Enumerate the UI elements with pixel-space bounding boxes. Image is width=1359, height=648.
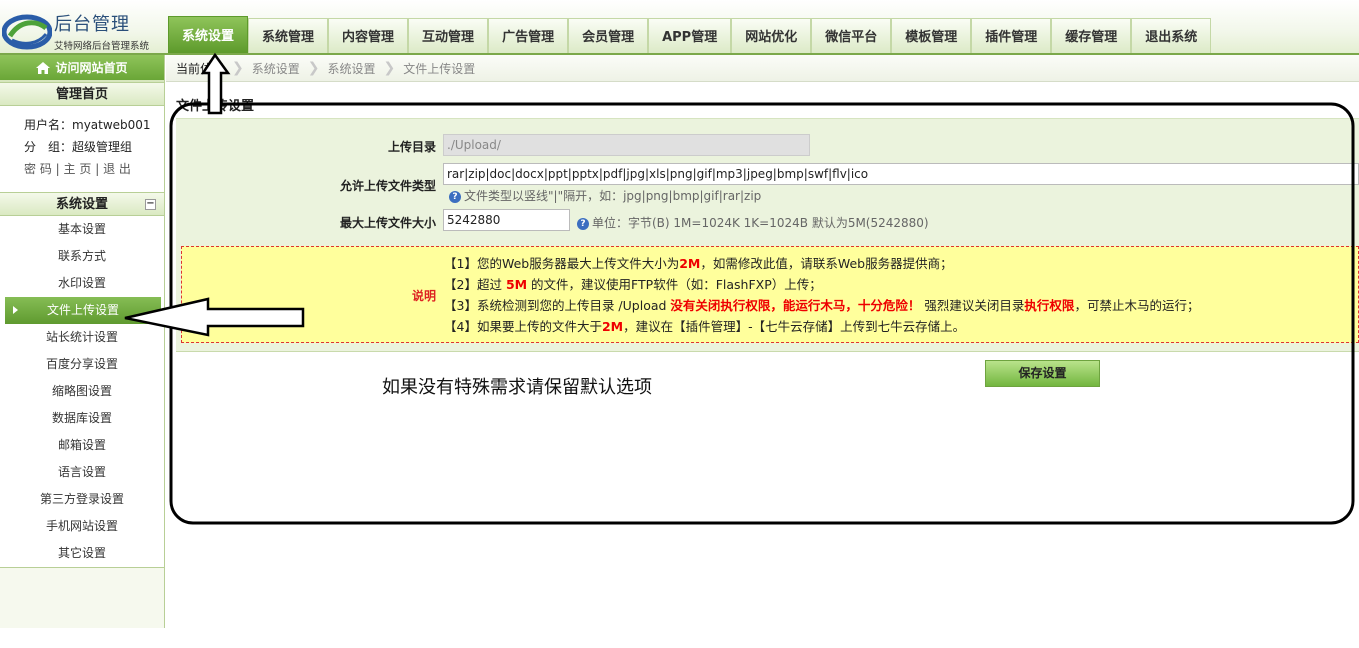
tab-ad-management[interactable]: 广告管理: [488, 18, 569, 53]
sidebar-item-watermark[interactable]: 水印设置: [0, 270, 164, 297]
allowed-types-input[interactable]: [443, 163, 1359, 185]
logo-subtitle: 艾特网络后台管理系统: [54, 41, 150, 52]
visit-site-button[interactable]: 访问网站首页: [0, 55, 164, 82]
caret-right-icon: [13, 306, 18, 314]
tab-template-management[interactable]: 模板管理: [891, 18, 972, 53]
notice-highlight: 2M: [601, 319, 624, 334]
save-settings-button[interactable]: 保存设置: [985, 360, 1100, 387]
notice-text: 【4】如果要上传的文件大于: [444, 319, 602, 334]
max-size-hint-text: 单位：字节(B) 1M=1024K 1K=1024B 默认为5M(5242880…: [592, 216, 929, 230]
allowed-types-label: 允许上传文件类型: [339, 179, 436, 193]
notice-highlight: 2M: [679, 256, 701, 271]
notice-text: 【2】超过: [444, 277, 506, 292]
visit-site-label: 访问网站首页: [55, 61, 128, 75]
sidebar-item-basic[interactable]: 基本设置: [0, 216, 164, 243]
breadcrumb-item[interactable]: 系统设置: [328, 60, 376, 77]
tab-system-management[interactable]: 系统管理: [248, 18, 329, 53]
password-link[interactable]: 密 码: [24, 162, 52, 176]
notice-lines: 【1】您的Web服务器最大上传文件大小为2M，如需修改此值，请联系Web服务器提…: [444, 253, 1199, 337]
notice-text: 【3】系统检测到您的上传目录 /Upload: [444, 298, 671, 313]
logo-title: 后台管理: [54, 14, 130, 35]
sidebar-item-contact[interactable]: 联系方式: [0, 243, 164, 270]
sidebar-item-upload[interactable]: 文件上传设置: [5, 297, 161, 324]
user-links: 密 码 | 主 页 | 退 出: [24, 158, 164, 180]
home-icon: [36, 61, 51, 74]
header: 后台管理 艾特网络后台管理系统 系统设置 系统管理 内容管理 互动管理 广告管理…: [0, 0, 1359, 55]
notice-line-3: 【3】系统检测到您的上传目录 /Upload 没有关闭执行权限，能运行木马，十分…: [444, 295, 1199, 316]
question-icon: ?: [577, 217, 589, 230]
breadcrumb-item[interactable]: 文件上传设置: [403, 60, 475, 77]
top-nav: 系统设置 系统管理 内容管理 互动管理 广告管理 会员管理 APP管理 网站优化…: [168, 16, 1212, 53]
breadcrumb-chevron-icon: ❯: [383, 60, 396, 76]
allowed-types-hint-text: 文件类型以竖线"|"隔开，如：jpg|png|bmp|gif|rar|zip: [464, 189, 762, 203]
sidebar-item-third-party-login[interactable]: 第三方登录设置: [0, 486, 164, 513]
upload-settings-form: 上传目录 允许上传文件类型 ?文件类型以竖线"|"隔开，如：jpg|png|bm…: [176, 118, 1359, 352]
breadcrumb-item[interactable]: 系统设置: [252, 60, 300, 77]
notice-line-4: 【4】如果要上传的文件大于2M，建议在【插件管理】-【七牛云存储】上传到七牛云存…: [444, 316, 1199, 337]
logo-swirl-icon: [2, 14, 52, 50]
tab-seo[interactable]: 网站优化: [731, 18, 812, 53]
notice-text: 的文件，建议使用FTP软件（如：FlashFXP）上传；: [527, 277, 822, 292]
question-icon: ?: [449, 190, 461, 203]
tab-logout[interactable]: 退出系统: [1131, 18, 1212, 53]
sidebar-item-other[interactable]: 其它设置: [0, 540, 164, 567]
sidebar-item-label: 文件上传设置: [46, 303, 119, 317]
link-separator: |: [95, 162, 100, 176]
tab-interaction-management[interactable]: 互动管理: [408, 18, 489, 53]
notice-box: 说明 【1】您的Web服务器最大上传文件大小为2M，如需修改此值，请联系Web服…: [181, 246, 1359, 343]
logo[interactable]: 后台管理 艾特网络后台管理系统: [0, 6, 165, 52]
notice-line-2: 【2】超过 5M 的文件，建议使用FTP软件（如：FlashFXP）上传；: [444, 274, 1199, 295]
notice-highlight: 5M: [505, 277, 528, 292]
settings-menu: 基本设置 联系方式 水印设置 文件上传设置 站长统计设置 百度分享设置 缩略图设…: [0, 216, 164, 568]
admin-home-heading[interactable]: 管理首页: [0, 82, 164, 106]
sidebar-item-thumbnail[interactable]: 缩略图设置: [0, 378, 164, 405]
upload-dir-input[interactable]: [443, 134, 810, 156]
tab-cache-management[interactable]: 缓存管理: [1051, 18, 1132, 53]
user-group: 分 组：超级管理组: [24, 140, 133, 154]
notice-text: ，可禁止木马的运行；: [1074, 298, 1200, 313]
default-options-tip: 如果没有特殊需求请保留默认选项: [382, 377, 652, 398]
sidebar-item-stats[interactable]: 站长统计设置: [0, 324, 164, 351]
notice-text: ，建议在【插件管理】-【七牛云存储】上传到七牛云存储上。: [623, 319, 966, 334]
sidebar-item-baidu-share[interactable]: 百度分享设置: [0, 351, 164, 378]
sidebar-item-email[interactable]: 邮箱设置: [0, 432, 164, 459]
tab-wechat[interactable]: 微信平台: [811, 18, 892, 53]
tab-content-management[interactable]: 内容管理: [328, 18, 409, 53]
breadcrumb: 当前位置 ❯ 系统设置 ❯ 系统设置 ❯ 文件上传设置: [166, 55, 1359, 82]
allowed-types-hint: ? 文件类型以竖线"|"隔开，如：jpg|png|bmp|gif|rar|zip: [449, 187, 761, 204]
max-size-hint: ? 单位：字节(B) 1M=1024K 1K=1024B 默认为5M(524288…: [577, 214, 929, 231]
breadcrumb-chevron-icon: ❯: [232, 60, 244, 76]
notice-text: 【1】您的Web服务器最大上传文件大小为: [444, 256, 680, 271]
notice-highlight: 没有关闭执行权限，能运行木马，十分危险！: [670, 298, 921, 313]
breadcrumb-current-position: 当前位置: [176, 61, 225, 76]
tab-member-management[interactable]: 会员管理: [568, 18, 649, 53]
user-info: 用户名：myatweb001 分 组：超级管理组 密 码 | 主 页 | 退 出: [0, 106, 164, 192]
max-size-label: 最大上传文件大小: [339, 216, 436, 230]
sidebar-item-mobile-site[interactable]: 手机网站设置: [0, 513, 164, 540]
upload-dir-label: 上传目录: [387, 140, 436, 154]
link-separator: |: [55, 162, 60, 176]
tab-plugin-management[interactable]: 插件管理: [971, 18, 1052, 53]
breadcrumb-chevron-icon: ❯: [307, 60, 320, 76]
tab-system-settings[interactable]: 系统设置: [168, 16, 249, 53]
sidebar-item-language[interactable]: 语言设置: [0, 459, 164, 486]
notice-text: 强烈建议关闭目录: [920, 298, 1025, 313]
tab-app-management[interactable]: APP管理: [648, 18, 732, 53]
logout-link[interactable]: 退 出: [103, 162, 131, 176]
notice-line-1: 【1】您的Web服务器最大上传文件大小为2M，如需修改此值，请联系Web服务器提…: [444, 253, 1199, 274]
home-link[interactable]: 主 页: [64, 162, 92, 176]
username: 用户名：myatweb001: [24, 118, 151, 132]
system-settings-heading-label: 系统设置: [55, 197, 108, 212]
sidebar: 访问网站首页 管理首页 用户名：myatweb001 分 组：超级管理组 密 码…: [0, 55, 165, 628]
collapse-icon[interactable]: −: [145, 199, 156, 210]
notice-text: ，如需修改此值，请联系Web服务器提供商；: [700, 256, 953, 271]
sidebar-item-database[interactable]: 数据库设置: [0, 405, 164, 432]
max-size-input[interactable]: [443, 209, 570, 231]
notice-highlight: 执行权限: [1024, 298, 1075, 313]
notice-label: 说明: [412, 289, 437, 303]
system-settings-heading[interactable]: 系统设置 −: [0, 192, 164, 216]
page-title: 文件上传设置: [176, 99, 255, 114]
